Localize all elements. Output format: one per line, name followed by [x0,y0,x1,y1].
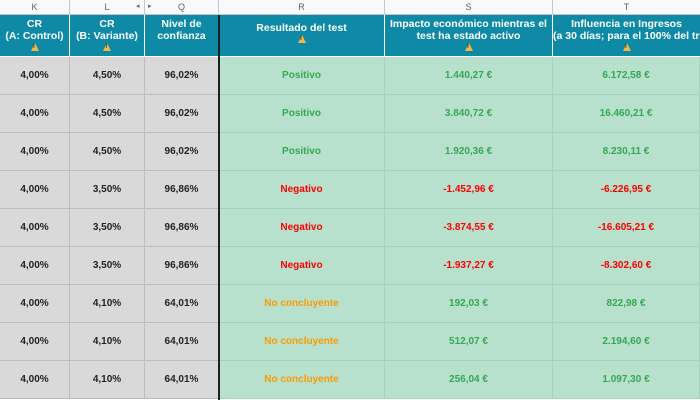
header-cr-variante[interactable]: CR (B: Variante) [70,15,145,56]
cell-cr-variante[interactable]: 4,10% [70,323,145,361]
header-influencia-line1: Influencia en Ingresos [571,18,682,30]
cell-nivel-confianza[interactable]: 96,02% [145,57,219,95]
cell-nivel-confianza[interactable]: 64,01% [145,361,219,399]
header-influencia-line2: (a 30 días; para el 100% del tráf [553,30,700,42]
table-row: 4,00% 4,10% 64,01% No concluyente 192,03… [0,285,700,323]
cell-impacto[interactable]: 256,04 € [385,361,553,399]
cell-impacto[interactable]: 192,03 € [385,285,553,323]
column-letter-k[interactable]: K [0,0,70,14]
cell-influencia[interactable]: -6.226,95 € [553,171,700,209]
cell-influencia[interactable]: 822,98 € [553,285,700,323]
column-letter-l[interactable]: L [70,0,145,14]
cell-resultado[interactable]: Negativo [219,209,385,247]
cell-nivel-confianza[interactable]: 96,86% [145,209,219,247]
header-resultado-line1: Resultado del test [256,22,347,34]
cell-cr-variante[interactable]: 4,10% [70,361,145,399]
cell-influencia[interactable]: 8.230,11 € [553,133,700,171]
cell-cr-control[interactable]: 4,00% [0,95,70,133]
cell-impacto[interactable]: -1.452,96 € [385,171,553,209]
cell-cr-control[interactable]: 4,00% [0,285,70,323]
cell-cr-variante[interactable]: 3,50% [70,171,145,209]
table-row: 4,00% 4,50% 96,02% Positivo 1.440,27 € 6… [0,57,700,95]
cell-cr-variante[interactable]: 3,50% [70,247,145,285]
table-row: 4,00% 4,10% 64,01% No concluyente 512,07… [0,323,700,361]
header-cr-control-line1: CR [26,18,43,30]
cell-nivel-confianza[interactable]: 64,01% [145,285,219,323]
cell-resultado[interactable]: Negativo [219,247,385,285]
warning-icon[interactable] [30,43,39,51]
table-row: 4,00% 4,10% 64,01% No concluyente 256,04… [0,361,700,399]
cell-cr-variante[interactable]: 3,50% [70,209,145,247]
cell-cr-control[interactable]: 4,00% [0,323,70,361]
cell-impacto[interactable]: 512,07 € [385,323,553,361]
cell-cr-control[interactable]: 4,00% [0,133,70,171]
cell-influencia[interactable]: 2.194,60 € [553,323,700,361]
expand-right-icon[interactable]: ▸ [148,3,152,11]
header-resultado-test[interactable]: Resultado del test [219,15,385,56]
spreadsheet: K L Q R S T ◂ ▸ CR (A: Control) CR (B: V… [0,0,700,400]
cell-cr-variante[interactable]: 4,10% [70,285,145,323]
cell-impacto[interactable]: 1.920,36 € [385,133,553,171]
warning-icon[interactable] [103,43,111,51]
cell-cr-control[interactable]: 4,00% [0,171,70,209]
cell-nivel-confianza[interactable]: 96,02% [145,133,219,171]
column-letter-t[interactable]: T [553,0,700,14]
cell-resultado[interactable]: Positivo [219,95,385,133]
table-row: 4,00% 4,50% 96,02% Positivo 3.840,72 € 1… [0,95,700,133]
table-row: 4,00% 4,50% 96,02% Positivo 1.920,36 € 8… [0,133,700,171]
cell-nivel-confianza[interactable]: 64,01% [145,323,219,361]
cell-influencia[interactable]: 16.460,21 € [553,95,700,133]
header-nivel-line1: Nivel de [161,18,202,30]
cell-nivel-confianza[interactable]: 96,02% [145,95,219,133]
cell-cr-variante[interactable]: 4,50% [70,133,145,171]
header-nivel-confianza[interactable]: Nivel de confianza [145,15,219,56]
cell-impacto[interactable]: -3.874,55 € [385,209,553,247]
cell-cr-control[interactable]: 4,00% [0,247,70,285]
warning-icon[interactable] [622,43,631,51]
table-row: 4,00% 3,50% 96,86% Negativo -3.874,55 € … [0,209,700,247]
warning-icon[interactable] [464,43,473,51]
cell-resultado[interactable]: Negativo [219,171,385,209]
cell-nivel-confianza[interactable]: 96,86% [145,171,219,209]
warning-icon[interactable] [297,35,306,43]
cell-resultado[interactable]: No concluyente [219,285,385,323]
header-cr-control-line2: (A: Control) [5,30,64,42]
header-cr-variante-line1: CR [99,18,115,30]
cell-impacto[interactable]: -1.937,27 € [385,247,553,285]
cell-cr-variante[interactable]: 4,50% [70,57,145,95]
header-impacto-line1: Impacto económico mientras el [390,18,547,30]
cell-influencia[interactable]: -8.302,60 € [553,247,700,285]
header-impacto-economico[interactable]: Impacto económico mientras el test ha es… [385,15,553,56]
cell-cr-control[interactable]: 4,00% [0,57,70,95]
frozen-column-divider[interactable] [218,15,220,400]
header-impacto-line2: test ha estado activo [416,30,521,42]
expand-left-icon[interactable]: ◂ [136,3,140,11]
header-influencia-ingresos[interactable]: Influencia en Ingresos (a 30 días; para … [553,15,700,56]
cell-influencia[interactable]: -16.605,21 € [553,209,700,247]
cell-resultado[interactable]: No concluyente [219,323,385,361]
cell-cr-variante[interactable]: 4,50% [70,95,145,133]
cell-resultado[interactable]: Positivo [219,57,385,95]
cell-impacto[interactable]: 1.440,27 € [385,57,553,95]
column-letter-q[interactable]: Q [145,0,219,14]
column-letter-r[interactable]: R [219,0,385,14]
cell-nivel-confianza[interactable]: 96,86% [145,247,219,285]
column-letter-s[interactable]: S [385,0,553,14]
cell-influencia[interactable]: 6.172,58 € [553,57,700,95]
table-row: 4,00% 3,50% 96,86% Negativo -1.937,27 € … [0,247,700,285]
header-nivel-line2: confianza [157,30,206,42]
header-cr-variante-line2: (B: Variante) [76,30,138,42]
cell-influencia[interactable]: 1.097,30 € [553,361,700,399]
table-row: 4,00% 3,50% 96,86% Negativo -1.452,96 € … [0,171,700,209]
cell-resultado[interactable]: Positivo [219,133,385,171]
cell-resultado[interactable]: No concluyente [219,361,385,399]
cell-cr-control[interactable]: 4,00% [0,209,70,247]
cell-impacto[interactable]: 3.840,72 € [385,95,553,133]
header-cr-control[interactable]: CR (A: Control) [0,15,70,56]
column-header-bar: K L Q R S T ◂ ▸ [0,0,700,15]
cell-cr-control[interactable]: 4,00% [0,361,70,399]
